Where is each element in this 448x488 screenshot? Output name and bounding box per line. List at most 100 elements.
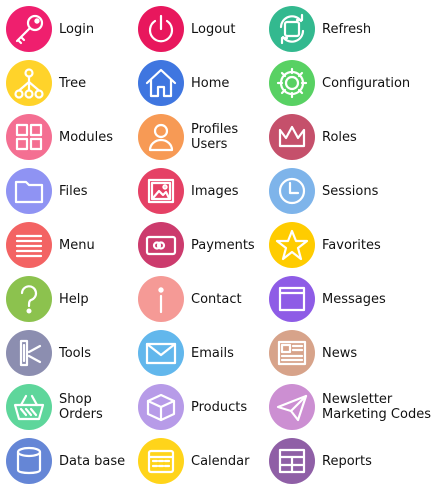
refresh-icon <box>269 6 315 52</box>
menu-item-help[interactable]: Help <box>3 274 143 324</box>
reports-icon <box>269 438 315 484</box>
menu-item-label: Data base <box>59 436 125 486</box>
menu-item-sessions[interactable]: Sessions <box>266 166 406 216</box>
menu-item-logout[interactable]: Logout <box>135 4 275 54</box>
tree-icon <box>6 60 52 106</box>
label-line: Roles <box>322 129 357 145</box>
label-line: Newsletter <box>322 392 393 407</box>
label-line: Profiles <box>191 122 239 137</box>
menu-item-label: Images <box>191 166 239 216</box>
database-icon <box>6 438 52 484</box>
label-line: Users <box>191 137 228 152</box>
gear-icon <box>269 60 315 106</box>
window-icon <box>269 276 315 322</box>
label-line: Data base <box>59 453 126 469</box>
menu-item-label: Reports <box>322 436 372 486</box>
menu-item-label: Home <box>191 58 229 108</box>
folder-icon <box>6 168 52 214</box>
menu-item-label: Menu <box>59 220 95 270</box>
menu-item-label: Calendar <box>191 436 249 486</box>
menu-item-images[interactable]: Images <box>135 166 275 216</box>
envelope-icon <box>138 330 184 376</box>
menu-item-label: Tools <box>59 328 91 378</box>
menu-item-messages[interactable]: Messages <box>266 274 406 324</box>
menu-item-tree[interactable]: Tree <box>3 58 143 108</box>
menu-item-login[interactable]: Login <box>3 4 143 54</box>
menu-item-label: Messages <box>322 274 386 324</box>
label-line: Contact <box>191 291 242 307</box>
label-line: Sessions <box>322 183 379 199</box>
menu-item-menu[interactable]: Menu <box>3 220 143 270</box>
menu-item-favorites[interactable]: Favorites <box>266 220 406 270</box>
menu-item-payments[interactable]: Payments <box>135 220 275 270</box>
calendar-icon <box>138 438 184 484</box>
menu-item-label: Contact <box>191 274 242 324</box>
menu-item-label: Files <box>59 166 88 216</box>
menu-item-data-base[interactable]: Data base <box>3 436 143 486</box>
menu-item-label: Roles <box>322 112 357 162</box>
menu-item-label: Products <box>191 382 247 432</box>
menu-icon <box>6 222 52 268</box>
menu-item-calendar[interactable]: Calendar <box>135 436 275 486</box>
label-line: Payments <box>191 237 255 253</box>
info-icon <box>138 276 184 322</box>
menu-item-profiles-users[interactable]: Profiles Users <box>135 112 275 162</box>
news-icon <box>269 330 315 376</box>
label-line: Products <box>191 399 248 415</box>
menu-item-tools[interactable]: Tools <box>3 328 143 378</box>
menu-item-label: Payments <box>191 220 255 270</box>
image-icon <box>138 168 184 214</box>
home-icon <box>138 60 184 106</box>
label-line: Orders <box>59 407 103 422</box>
label-line: Tools <box>59 345 92 361</box>
label-line: Modules <box>59 129 114 145</box>
key-icon <box>6 6 52 52</box>
menu-item-label: Sessions <box>322 166 378 216</box>
menu-item-files[interactable]: Files <box>3 166 143 216</box>
label-line: Favorites <box>322 237 381 253</box>
menu-item-label: Shop Orders <box>59 382 103 432</box>
label-line: Calendar <box>191 453 250 469</box>
menu-item-home[interactable]: Home <box>135 58 275 108</box>
label-line: Reports <box>322 453 372 469</box>
menu-item-label: Configuration <box>322 58 410 108</box>
label-line: Tree <box>59 75 87 91</box>
menu-item-label: Tree <box>59 58 86 108</box>
label-line: Shop <box>59 392 92 407</box>
menu-item-newsletter-marketing-codes[interactable]: Newsletter Marketing Codes <box>266 382 431 432</box>
power-icon <box>138 6 184 52</box>
basket-icon <box>6 384 52 430</box>
menu-item-label: Profiles Users <box>191 112 238 162</box>
menu-item-emails[interactable]: Emails <box>135 328 275 378</box>
credit-card-icon <box>138 222 184 268</box>
label-line: Marketing Codes <box>322 407 431 422</box>
menu-item-refresh[interactable]: Refresh <box>266 4 406 54</box>
label-line: Files <box>59 183 88 199</box>
menu-item-news[interactable]: News <box>266 328 406 378</box>
label-line: Logout <box>191 21 236 37</box>
label-line: Configuration <box>322 75 411 91</box>
menu-item-contact[interactable]: Contact <box>135 274 275 324</box>
menu-item-label: Emails <box>191 328 234 378</box>
menu-item-label: Login <box>59 4 94 54</box>
star-icon <box>269 222 315 268</box>
question-icon <box>6 276 52 322</box>
menu-item-configuration[interactable]: Configuration <box>266 58 410 108</box>
menu-item-products[interactable]: Products <box>135 382 275 432</box>
clock-icon <box>269 168 315 214</box>
label-line: Help <box>59 291 89 307</box>
label-line: Home <box>191 75 230 91</box>
menu-item-label: News <box>322 328 357 378</box>
menu-item-label: Refresh <box>322 4 371 54</box>
label-line: Messages <box>322 291 386 307</box>
label-line: News <box>322 345 358 361</box>
menu-item-label: Logout <box>191 4 236 54</box>
menu-item-roles[interactable]: Roles <box>266 112 406 162</box>
label-line: Images <box>191 183 239 199</box>
menu-item-modules[interactable]: Modules <box>3 112 143 162</box>
menu-item-shop-orders[interactable]: Shop Orders <box>3 382 143 432</box>
modules-icon <box>6 114 52 160</box>
menu-item-label: Help <box>59 274 89 324</box>
menu-item-label: Modules <box>59 112 113 162</box>
menu-item-reports[interactable]: Reports <box>266 436 406 486</box>
